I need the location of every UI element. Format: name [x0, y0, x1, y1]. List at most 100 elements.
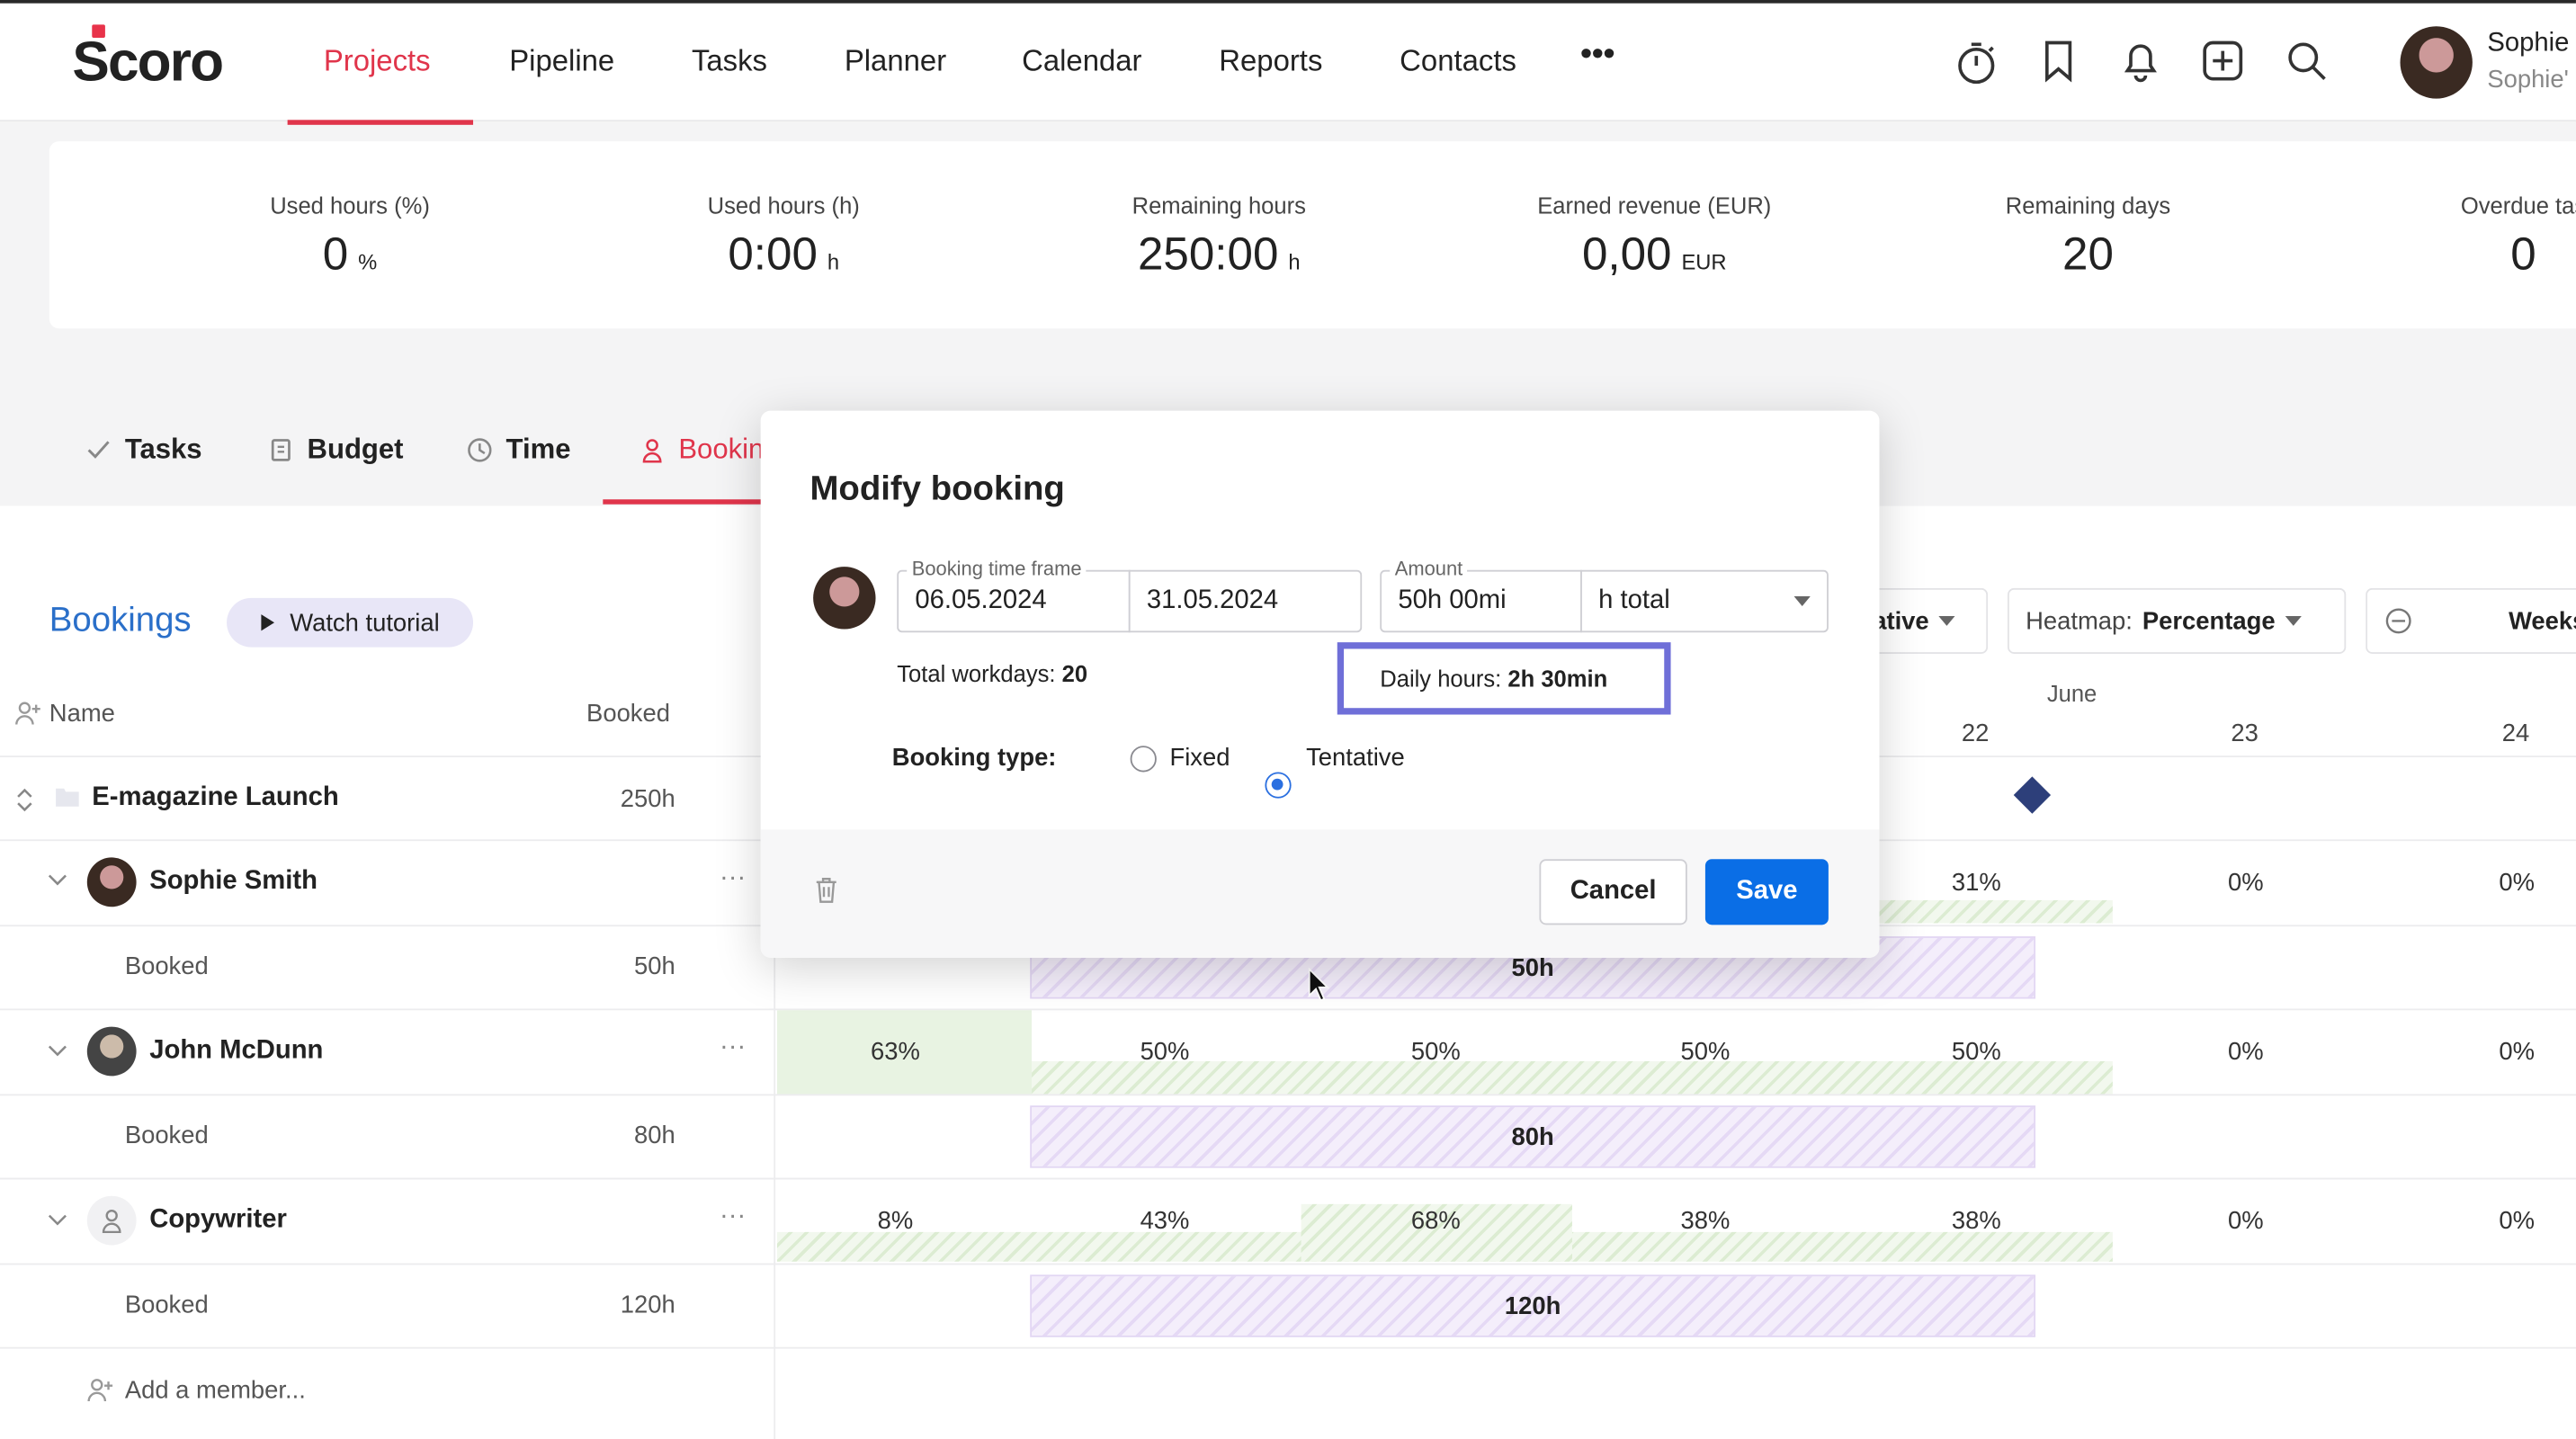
caret-down-icon — [1938, 615, 1955, 626]
add-icon[interactable] — [2202, 40, 2244, 82]
member-name[interactable]: Copywriter — [149, 1206, 287, 1236]
caret-down-icon — [1793, 596, 1811, 606]
heatmap-cell: 38% — [1680, 1207, 1731, 1236]
active-nav-indicator — [287, 120, 474, 125]
stat-used-hours-percent: Used hours (%) 0% — [270, 192, 430, 280]
avatar — [813, 567, 876, 630]
column-header-name[interactable]: Name — [49, 700, 115, 728]
watch-tutorial-button[interactable]: Watch tutorial — [227, 597, 474, 648]
add-person-icon — [13, 700, 43, 726]
chevron-down-icon[interactable] — [46, 1212, 69, 1229]
nav-reports[interactable]: Reports — [1219, 44, 1322, 78]
role-avatar — [86, 1195, 137, 1246]
avatar — [86, 1026, 137, 1077]
add-person-icon — [85, 1377, 115, 1403]
nav-tasks[interactable]: Tasks — [692, 44, 767, 78]
member-name[interactable]: Sophie Smith — [149, 867, 318, 897]
divider — [0, 1008, 2576, 1011]
view-weeks[interactable]: Weeks — [2509, 607, 2576, 635]
date-to-input[interactable]: 31.05.2024 — [1128, 569, 1363, 633]
heatmap-cell: 31% — [1951, 869, 2001, 898]
tab-bookings[interactable]: Bookin — [640, 433, 764, 467]
zoom-controls[interactable]: Weeks — [2366, 587, 2576, 654]
booked-label: Booked — [124, 1122, 209, 1150]
scoro-logo[interactable]: Scoro — [72, 24, 224, 95]
heatmap-cell: 68% — [1410, 1207, 1461, 1236]
budget-icon — [268, 437, 294, 463]
daily-hours-highlight: Daily hours: 2h 30min — [1337, 642, 1671, 715]
nav-pipeline[interactable]: Pipeline — [509, 44, 614, 78]
person-icon — [100, 1207, 123, 1234]
more-options-icon[interactable]: ··· — [720, 864, 746, 894]
tab-budget[interactable]: Budget — [268, 433, 403, 467]
dialog-title: Modify booking — [809, 469, 1065, 508]
member-booked-total: 50h — [633, 952, 675, 981]
booking-bar[interactable]: 80h — [1030, 1105, 2036, 1168]
add-member-link[interactable]: Add a member... — [125, 1377, 306, 1405]
project-name[interactable]: E-magazine Launch — [92, 783, 338, 813]
user-name: Sophie — [2487, 29, 2570, 58]
member-booked-total: 80h — [633, 1122, 675, 1150]
heatmap-cell: 0% — [2499, 869, 2536, 898]
stat-overdue-tasks: Overdue tas 0 — [2460, 192, 2576, 280]
heatmap-cell: 0% — [2499, 1207, 2536, 1236]
timer-icon[interactable] — [1955, 40, 1998, 85]
top-navigation: Scoro Projects Pipeline Tasks Planner Ca… — [0, 0, 2576, 125]
divider — [0, 1094, 2576, 1096]
member-name[interactable]: John McDunn — [149, 1037, 323, 1067]
heatmap-fill — [1879, 899, 2113, 924]
tab-tasks[interactable]: Tasks — [85, 433, 202, 467]
divider — [0, 1263, 2576, 1265]
nav-projects[interactable]: Projects — [324, 44, 431, 78]
amount-unit-select[interactable]: h total — [1580, 569, 1829, 633]
divider — [0, 1177, 2576, 1180]
stat-remaining-days: Remaining days 20 — [2005, 192, 2171, 280]
column-header-booked[interactable]: Booked — [586, 700, 670, 728]
booked-label: Booked — [124, 952, 209, 981]
bookmark-icon[interactable] — [2042, 40, 2075, 83]
nav-more-button[interactable]: ••• — [1580, 36, 1614, 74]
person-icon — [640, 437, 666, 463]
stat-earned-revenue: Earned revenue (EUR) 0,00 EUR — [1537, 192, 1772, 280]
booking-type-label: Booking type: — [891, 744, 1057, 773]
chevron-down-icon[interactable] — [46, 1043, 69, 1059]
user-company: Sophie' — [2487, 66, 2569, 94]
heatmap-select[interactable]: Heatmap: Percentage — [2007, 587, 2347, 654]
tab-time[interactable]: Time — [467, 433, 570, 467]
booking-bar[interactable]: 120h — [1030, 1274, 2036, 1337]
heatmap-cell: 0% — [2228, 869, 2264, 898]
bell-icon[interactable] — [2121, 40, 2160, 83]
nav-calendar[interactable]: Calendar — [1022, 44, 1141, 78]
cancel-button[interactable]: Cancel — [1539, 859, 1687, 925]
nav-contacts[interactable]: Contacts — [1400, 44, 1516, 78]
caret-down-icon — [2285, 615, 2302, 626]
amount-label: Amount — [1390, 557, 1468, 580]
day-label: 24 — [2501, 720, 2530, 748]
radio-tentative-label[interactable]: Tentative — [1306, 744, 1405, 772]
folder-icon — [54, 785, 80, 809]
play-icon — [260, 612, 276, 632]
search-icon[interactable] — [2285, 40, 2328, 82]
collapse-toggle-icon[interactable] — [13, 785, 37, 815]
booked-label: Booked — [124, 1291, 209, 1319]
radio-fixed-label[interactable]: Fixed — [1169, 744, 1230, 772]
heatmap-cell: 0% — [2228, 1038, 2264, 1067]
check-icon — [85, 437, 112, 463]
chevron-down-icon[interactable] — [46, 872, 69, 889]
heatmap-cell: 50% — [1140, 1038, 1190, 1067]
modify-booking-dialog: Modify booking 06.05.2024 31.05.2024 Boo… — [760, 410, 1880, 958]
heatmap-cell: 50% — [1951, 1038, 2001, 1067]
heatmap-cell: 50% — [1410, 1038, 1461, 1067]
zoom-out-icon[interactable] — [2384, 606, 2413, 636]
nav-planner[interactable]: Planner — [845, 44, 946, 78]
radio-fixed[interactable] — [1130, 746, 1157, 773]
more-options-icon[interactable]: ··· — [720, 1202, 746, 1232]
save-button[interactable]: Save — [1704, 859, 1829, 925]
heatmap-cell: 0% — [2228, 1207, 2264, 1236]
divider — [0, 1346, 2576, 1349]
trash-icon[interactable] — [813, 876, 839, 906]
avatar — [86, 857, 137, 907]
radio-tentative[interactable] — [1265, 772, 1292, 799]
user-avatar[interactable] — [2400, 26, 2473, 99]
more-options-icon[interactable]: ··· — [720, 1033, 746, 1063]
